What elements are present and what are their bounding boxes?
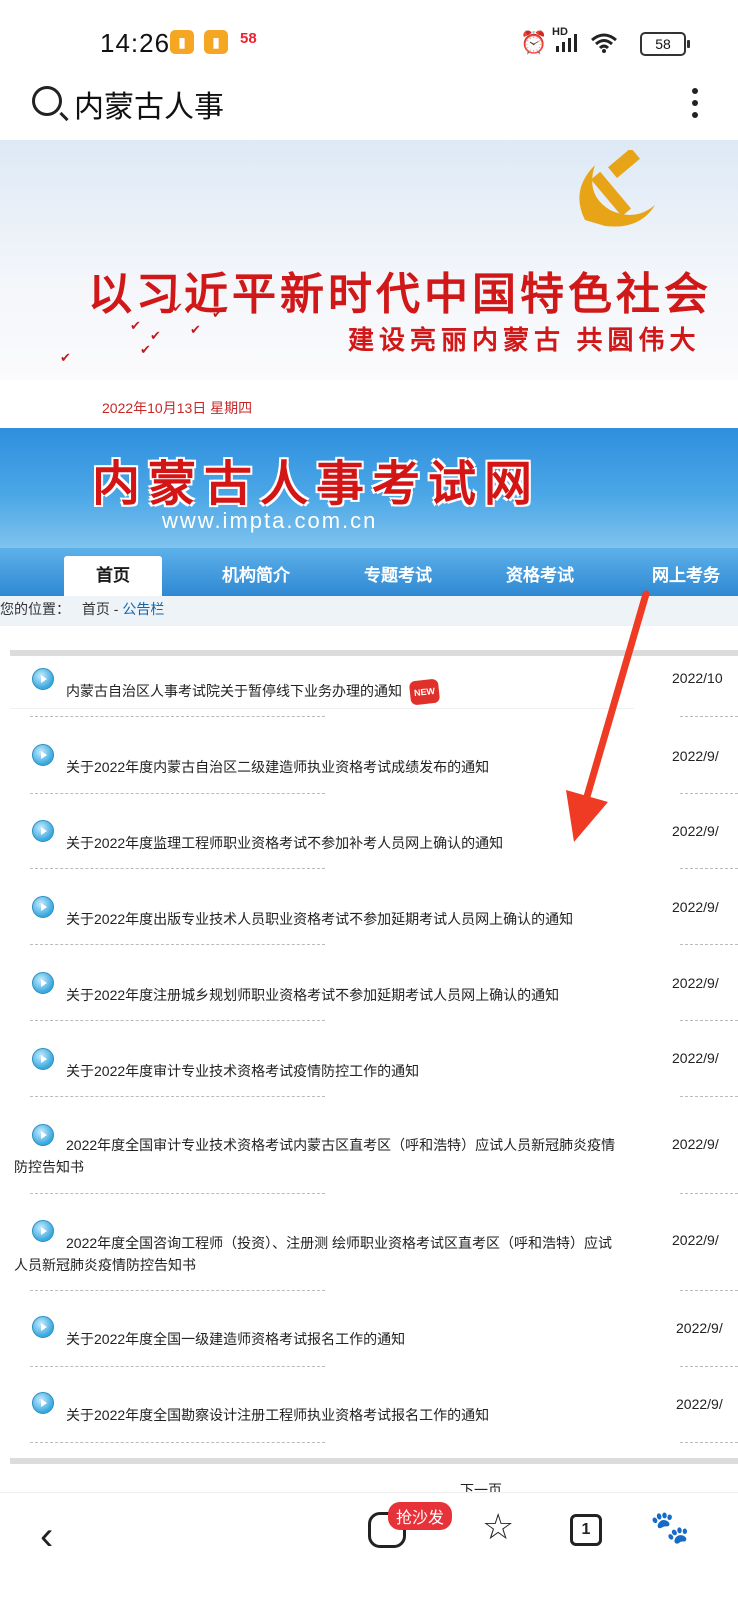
row-divider: [30, 868, 325, 869]
bullet-icon: [32, 1392, 54, 1414]
notice-title[interactable]: 关于2022年度监理工程师职业资格考试不参加补考人员网上确认的通知: [66, 832, 626, 854]
bullet-icon: [32, 972, 54, 994]
notice-date: 2022/9/: [672, 899, 719, 915]
comment-badge[interactable]: 抢沙发: [388, 1502, 453, 1530]
notice-date: 2022/10: [672, 670, 723, 686]
row-divider: [680, 1193, 738, 1194]
star-icon[interactable]: ☆: [482, 1506, 514, 1548]
breadcrumb-home[interactable]: 首页: [82, 601, 110, 617]
notification-icon: ▮: [204, 30, 228, 54]
status-time: 14:26: [100, 28, 171, 58]
notice-date: 2022/9/: [672, 1136, 719, 1152]
bullet-icon: [32, 896, 54, 918]
site-title: 内蒙古人事考试网: [92, 458, 541, 511]
paw-icon[interactable]: 🐾: [650, 1508, 690, 1546]
banner-slogan: 以习近平新时代中国特色社会: [88, 270, 712, 319]
row-divider: [30, 1366, 325, 1367]
bird-decoration: ✔: [190, 322, 201, 337]
row-divider: [30, 716, 325, 717]
tabs-icon[interactable]: 1: [570, 1514, 602, 1546]
bullet-icon: [32, 668, 54, 690]
row-divider: [680, 944, 738, 945]
browser-bottom-bar: [0, 1492, 738, 1601]
breadcrumb-label: 您的位置：: [0, 601, 70, 617]
notice-date: 2022/9/: [672, 748, 719, 764]
wifi-icon: [591, 33, 617, 53]
row-divider: [30, 1096, 325, 1097]
breadcrumb-current[interactable]: 公告栏: [122, 601, 164, 617]
row-divider: [680, 868, 738, 869]
row-divider: [30, 1020, 325, 1021]
bullet-icon: [32, 1316, 54, 1338]
bird-decoration: ✔: [150, 328, 161, 343]
battery-icon: 58: [640, 32, 690, 56]
row-divider: [30, 1193, 325, 1194]
nav-item-special-exam[interactable]: 专题考试: [348, 556, 448, 596]
notice-date: 2022/9/: [672, 1232, 719, 1248]
search-icon[interactable]: [32, 86, 62, 116]
nav-item-home[interactable]: 首页: [64, 556, 162, 596]
bullet-icon: [32, 820, 54, 842]
signal-icon: [556, 34, 577, 52]
row-divider: [680, 1020, 738, 1021]
notice-date: 2022/9/: [672, 1050, 719, 1066]
bullet-icon: [32, 1048, 54, 1070]
row-divider: [30, 1442, 325, 1443]
party-emblem-icon: [579, 150, 655, 227]
row-divider: [30, 944, 325, 945]
notice-date: 2022/9/: [676, 1320, 723, 1336]
current-date: 2022年10月13日 星期四: [102, 400, 253, 416]
search-query[interactable]: 内蒙古人事: [74, 82, 224, 126]
row-divider: [680, 793, 738, 794]
row-divider: [680, 1366, 738, 1367]
notice-title[interactable]: 关于2022年度注册城乡规划师职业资格考试不参加延期考试人员网上确认的通知: [66, 984, 626, 1006]
new-badge-icon: NEW: [408, 678, 441, 706]
row-divider: [680, 1290, 738, 1291]
notice-title[interactable]: 关于2022年度全国一级建造师资格考试报名工作的通知: [66, 1328, 626, 1350]
notice-title[interactable]: 2022年度全国审计专业技术资格考试内蒙古区直考区（呼和浩特）应试人员新冠肺炎疫…: [14, 1134, 626, 1178]
notice-date: 2022/9/: [672, 823, 719, 839]
site-url: www.impta.com.cn: [162, 508, 378, 533]
alarm-icon: ⏰: [520, 30, 548, 55]
row-divider: [30, 1290, 325, 1291]
row-divider: [680, 1096, 738, 1097]
bird-decoration: ✔: [60, 350, 71, 365]
banner-subtitle: 建设亮丽内蒙古 共圆伟大: [348, 326, 701, 355]
notice-title[interactable]: 内蒙古自治区人事考试院关于暂停线下业务办理的通知 NEW: [66, 678, 626, 706]
row-divider: [680, 1442, 738, 1443]
notice-title[interactable]: 关于2022年度内蒙古自治区二级建造师执业资格考试成绩发布的通知: [66, 756, 626, 778]
bird-decoration: ✔: [140, 342, 151, 357]
list-bottom-rule: [10, 1458, 738, 1464]
notice-title[interactable]: 关于2022年度审计专业技术资格考试疫情防控工作的通知: [66, 1060, 626, 1082]
notice-title[interactable]: 关于2022年度出版专业技术人员职业资格考试不参加延期考试人员网上确认的通知: [66, 908, 626, 930]
row-divider: [680, 716, 738, 717]
more-menu-icon[interactable]: [690, 84, 700, 124]
nav-item-about[interactable]: 机构简介: [206, 556, 306, 596]
notice-date: 2022/9/: [676, 1396, 723, 1412]
notification-icon: ▮: [170, 30, 194, 54]
app-badge-icon: 58: [240, 30, 257, 47]
notice-title[interactable]: 2022年度全国咨询工程师（投资）、注册测 绘师职业资格考试区直考区（呼和浩特）…: [14, 1232, 626, 1276]
notice-title[interactable]: 关于2022年度全国勘察设计注册工程师执业资格考试报名工作的通知: [66, 1404, 626, 1426]
back-icon[interactable]: ‹: [40, 1516, 53, 1556]
annotation-arrow: [566, 590, 650, 842]
breadcrumb-separator: -: [109, 601, 123, 617]
bullet-icon: [32, 744, 54, 766]
row-divider: [30, 793, 325, 794]
notice-date: 2022/9/: [672, 975, 719, 991]
